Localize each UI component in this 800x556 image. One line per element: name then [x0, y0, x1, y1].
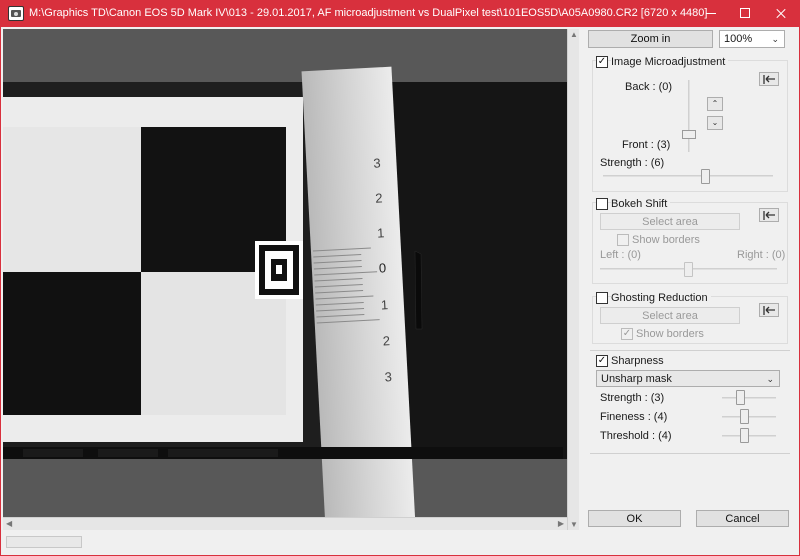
- step-up-button[interactable]: ⌃: [707, 97, 723, 111]
- strength-label: Strength : (6): [600, 157, 665, 169]
- bokeh-right-label: Right : (0): [737, 249, 786, 261]
- sharpness-strength-label: Strength : (3): [600, 392, 665, 404]
- ghosting-label: Ghosting Reduction: [611, 292, 711, 304]
- scroll-right-icon[interactable]: ▶: [558, 519, 564, 528]
- reset-icon: [763, 211, 775, 220]
- maximize-button[interactable]: [728, 0, 762, 27]
- ghosting-select-area-button[interactable]: Select area: [600, 307, 740, 324]
- chevron-down-icon: ⌄: [766, 374, 774, 384]
- ruler-label: 2: [382, 333, 390, 348]
- minimize-button[interactable]: [694, 0, 728, 27]
- divider: [590, 350, 790, 351]
- scroll-up-icon[interactable]: ▲: [570, 30, 578, 39]
- microadjustment-label: Image Microadjustment: [611, 56, 729, 68]
- bokeh-select-area-button[interactable]: Select area: [600, 213, 740, 230]
- bokeh-left-label: Left : (0): [600, 249, 641, 261]
- reset-icon: [763, 306, 775, 315]
- image-preview[interactable]: 3 2 1 0 1 2 3: [3, 29, 567, 517]
- zoom-in-button[interactable]: Zoom in: [588, 30, 713, 48]
- window-border: [0, 27, 1, 556]
- sharpness-checkbox[interactable]: ✓: [596, 355, 608, 367]
- divider: [590, 453, 790, 454]
- bokeh-shift-checkbox[interactable]: [596, 198, 608, 210]
- ghosting-checkbox[interactable]: [596, 292, 608, 304]
- microadjustment-checkbox[interactable]: ✓: [596, 56, 608, 68]
- fineness-label: Fineness : (4): [600, 411, 668, 423]
- fineness-slider-track[interactable]: [722, 416, 776, 418]
- chevron-down-icon: ⌄: [771, 34, 779, 44]
- ruler-label: 2: [375, 190, 383, 205]
- scroll-left-icon[interactable]: ◀: [6, 519, 12, 528]
- ruler-label: 1: [377, 225, 385, 240]
- scroll-down-icon[interactable]: ▼: [570, 520, 578, 529]
- title-bar: M:\Graphics TD\Canon EOS 5D Mark IV\013 …: [0, 0, 800, 27]
- step-down-button[interactable]: ⌄: [707, 116, 723, 130]
- window-title: M:\Graphics TD\Canon EOS 5D Mark IV\013 …: [29, 7, 708, 19]
- ruler-label: 3: [384, 369, 392, 384]
- sharpness-label: Sharpness: [611, 355, 664, 367]
- vertical-scrollbar[interactable]: ▲ ▼: [567, 29, 579, 530]
- close-button[interactable]: [764, 0, 798, 27]
- ok-button[interactable]: OK: [588, 510, 681, 527]
- fineness-slider-thumb[interactable]: [740, 409, 749, 424]
- ruler-label: 1: [380, 297, 388, 312]
- sharpness-mode-value: Unsharp mask: [601, 373, 672, 385]
- threshold-slider-thumb[interactable]: [740, 428, 749, 443]
- ghosting-reset-button[interactable]: [759, 303, 779, 317]
- threshold-slider-track[interactable]: [722, 435, 776, 437]
- front-label: Front : (3): [622, 139, 671, 151]
- sharpness-strength-slider-track[interactable]: [722, 397, 776, 399]
- sharpness-strength-slider-thumb[interactable]: [736, 390, 745, 405]
- back-front-slider-track[interactable]: [688, 80, 690, 152]
- horizontal-scrollbar[interactable]: ◀ ▶: [3, 517, 567, 530]
- bokeh-show-borders-checkbox[interactable]: [617, 234, 629, 246]
- threshold-label: Threshold : (4): [600, 430, 672, 442]
- app-icon: [8, 6, 24, 21]
- strength-slider-thumb[interactable]: [701, 169, 710, 184]
- strength-slider-track[interactable]: [603, 175, 773, 177]
- sharpness-mode-select[interactable]: Unsharp mask ⌄: [596, 370, 780, 387]
- zoom-value: 100%: [724, 33, 753, 45]
- back-label: Back : (0): [625, 81, 673, 93]
- reset-icon: [763, 75, 775, 84]
- ghosting-show-borders-label: Show borders: [636, 328, 704, 340]
- zoom-select[interactable]: 100% ⌄: [719, 30, 785, 48]
- bokeh-slider-thumb[interactable]: [684, 262, 693, 277]
- ghosting-show-borders-checkbox[interactable]: ✓: [621, 328, 633, 340]
- bokeh-show-borders-label: Show borders: [632, 234, 700, 246]
- bokeh-shift-label: Bokeh Shift: [611, 198, 671, 210]
- preview-image: 3 2 1 0 1 2 3: [3, 66, 567, 517]
- status-field: [6, 536, 82, 548]
- microadjustment-reset-button[interactable]: [759, 72, 779, 86]
- cancel-button[interactable]: Cancel: [696, 510, 789, 527]
- bokeh-shift-reset-button[interactable]: [759, 208, 779, 222]
- ruler-label: 3: [373, 155, 381, 170]
- ruler-label: 0: [379, 260, 387, 275]
- back-front-slider-thumb[interactable]: [682, 130, 696, 139]
